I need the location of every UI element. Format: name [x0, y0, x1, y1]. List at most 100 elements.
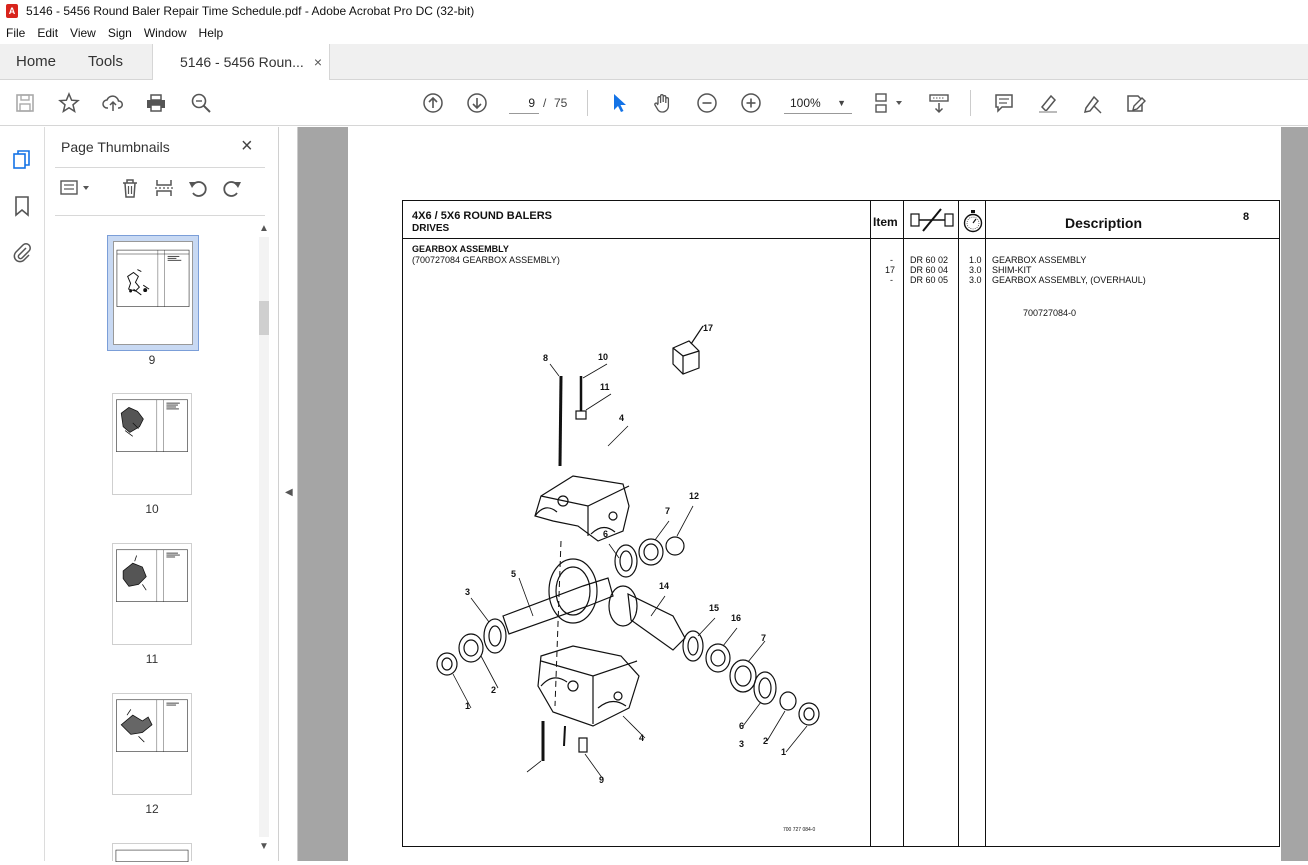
menu-view[interactable]: View: [70, 26, 96, 40]
thumbnail-page-12[interactable]: [112, 693, 192, 795]
attachments-icon[interactable]: [11, 241, 33, 263]
callout: 16: [731, 613, 742, 623]
collapse-left-icon[interactable]: ◀: [285, 487, 293, 498]
previous-page-icon[interactable]: [421, 91, 445, 115]
total-pages: 75: [554, 96, 568, 110]
callout: 11: [600, 382, 610, 392]
page-thumbnails-icon[interactable]: [11, 149, 33, 171]
window-title: 5146 - 5456 Round Baler Repair Time Sche…: [26, 4, 475, 18]
row-description: GEARBOX ASSEMBLY: [992, 255, 1087, 265]
callout: 9: [599, 775, 605, 785]
row-item: -: [890, 275, 893, 285]
thumbnail-page-13-partial[interactable]: [112, 843, 192, 863]
figure-id: 700 727 084-0: [783, 827, 816, 833]
callout: 4: [639, 733, 645, 743]
stopwatch-icon: [963, 210, 983, 233]
hand-tool-icon[interactable]: [651, 91, 675, 115]
thumbnail-options-icon[interactable]: [59, 177, 93, 201]
row-description: SHIM-KIT: [992, 265, 1032, 275]
menu-sign[interactable]: Sign: [108, 26, 132, 40]
delete-page-icon[interactable]: [119, 177, 143, 201]
save-icon[interactable]: [13, 91, 37, 115]
column-divider: [870, 201, 871, 846]
repair-code-icon: [910, 208, 954, 232]
zoom-in-icon[interactable]: [739, 91, 763, 115]
doc-title: 4X6 / 5X6 ROUND BALERS: [412, 210, 552, 222]
bookmark-star-icon[interactable]: [57, 91, 81, 115]
comment-icon[interactable]: [992, 91, 1016, 115]
page-number: 8: [1243, 211, 1250, 223]
tab-tools[interactable]: Tools: [88, 44, 123, 80]
part-code: 700727084-0: [1023, 308, 1077, 318]
callout: 17: [703, 323, 714, 333]
acrobat-app-icon: A: [6, 4, 18, 18]
column-divider: [958, 201, 959, 846]
thumbnail-image: [113, 694, 191, 794]
close-panel-icon[interactable]: ×: [241, 135, 253, 158]
zoom-level-select[interactable]: 100% ▼: [784, 92, 852, 114]
print-icon[interactable]: [144, 91, 168, 115]
scroll-down-icon[interactable]: ▼: [257, 841, 271, 852]
column-divider: [903, 201, 904, 846]
zoom-out-icon[interactable]: [695, 91, 719, 115]
tab-bar: Home Tools 5146 - 5456 Roun... ×: [0, 44, 1308, 81]
menu-help[interactable]: Help: [199, 26, 224, 40]
row-time: 3.0: [969, 275, 982, 285]
edit-sign-icon[interactable]: [1124, 91, 1148, 115]
thumbnail-image: [113, 544, 191, 644]
callout: 12: [689, 491, 700, 501]
description-column-header: Description: [1065, 215, 1143, 231]
callout: 14: [659, 581, 670, 591]
doc-subtitle: DRIVES: [412, 223, 450, 234]
panel-divider: [55, 167, 265, 168]
row-time: 3.0: [969, 265, 982, 275]
upload-cloud-icon[interactable]: [101, 91, 125, 115]
scroll-thumb[interactable]: [259, 301, 269, 335]
thumbnail-page-11[interactable]: [112, 543, 192, 645]
thumbnail-label: 9: [148, 353, 156, 367]
panel-title: Page Thumbnails: [61, 139, 170, 155]
schedule-table: 4X6 / 5X6 ROUND BALERS DRIVES Item Descr…: [402, 200, 1280, 847]
page-display-icon[interactable]: [872, 91, 906, 115]
tab-home[interactable]: Home: [16, 44, 56, 80]
thumbnail-label: 11: [145, 652, 159, 666]
callout: 2: [763, 736, 769, 746]
callout: 8: [543, 353, 549, 363]
menu-bar: File Edit View Sign Window Help: [0, 22, 1308, 44]
menu-window[interactable]: Window: [144, 26, 187, 40]
bookmarks-icon[interactable]: [11, 195, 33, 217]
thumbnail-scrollbar[interactable]: ▲ ▼: [257, 223, 271, 855]
row-item: 17: [885, 265, 896, 275]
current-page-input[interactable]: 9: [509, 92, 539, 114]
tab-document[interactable]: 5146 - 5456 Roun... ×: [152, 44, 330, 81]
chevron-down-icon: ▼: [837, 98, 846, 108]
thumbnail-image: [113, 241, 193, 345]
menu-edit[interactable]: Edit: [37, 26, 58, 40]
callout: 1: [781, 747, 787, 757]
callout: 6: [739, 721, 745, 731]
row-description: GEARBOX ASSEMBLY, (OVERHAUL): [992, 275, 1146, 285]
rotate-clockwise-icon[interactable]: [221, 177, 245, 201]
callout: 3: [465, 587, 471, 597]
extract-page-icon[interactable]: [153, 177, 177, 201]
next-page-icon[interactable]: [465, 91, 489, 115]
scroll-up-icon[interactable]: ▲: [257, 223, 271, 234]
column-divider: [985, 201, 986, 846]
select-cursor-icon[interactable]: [607, 91, 631, 115]
document-viewport[interactable]: 4X6 / 5X6 ROUND BALERS DRIVES Item Descr…: [298, 127, 1308, 861]
row-time: 1.0: [969, 255, 982, 265]
rotate-counterclockwise-icon[interactable]: [187, 177, 211, 201]
callout: 5: [511, 569, 517, 579]
thumbnail-page-9[interactable]: [107, 235, 199, 351]
menu-file[interactable]: File: [6, 26, 25, 40]
close-tab-icon[interactable]: ×: [314, 44, 322, 80]
draw-signature-icon[interactable]: [1080, 91, 1104, 115]
row-code: DR 60 02: [910, 255, 949, 265]
scroll-mode-icon[interactable]: [927, 91, 951, 115]
highlight-pen-icon[interactable]: [1036, 91, 1060, 115]
row-code: DR 60 05: [910, 275, 949, 285]
thumbnail-page-10[interactable]: [112, 393, 192, 495]
panel-collapse-strip[interactable]: ◀: [279, 127, 298, 861]
toolbar-divider: [970, 90, 971, 116]
zoom-search-icon[interactable]: [189, 91, 213, 115]
